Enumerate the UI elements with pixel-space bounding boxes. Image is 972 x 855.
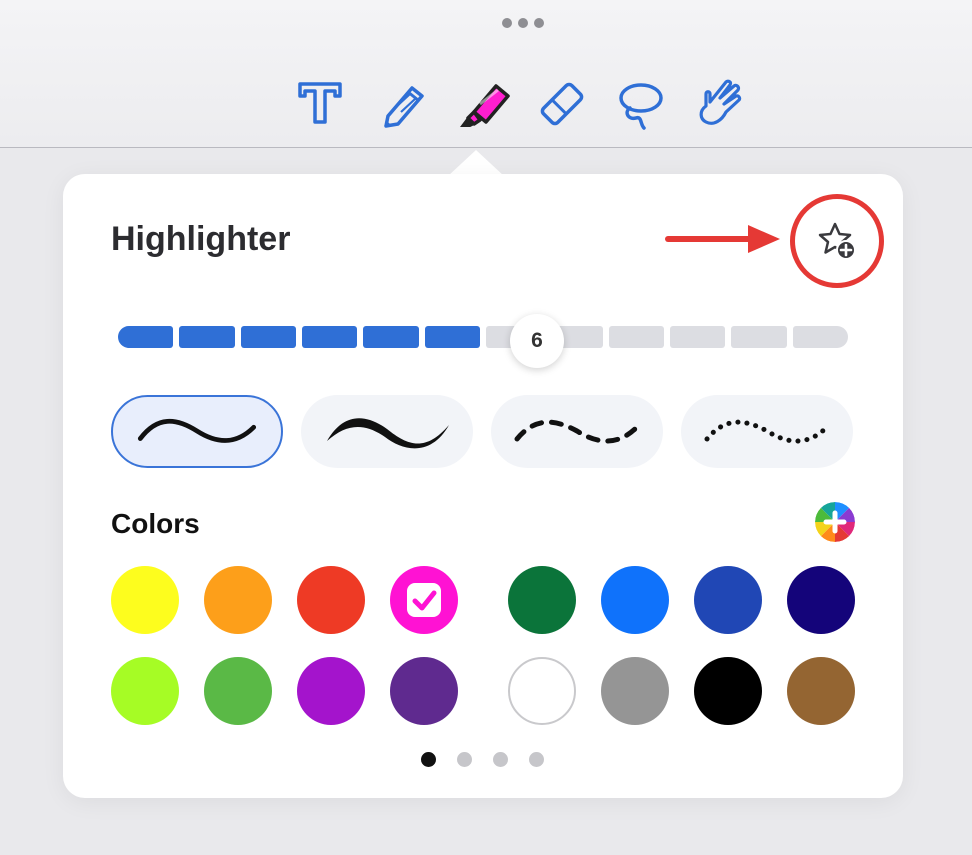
stroke-style-dotted[interactable] bbox=[681, 395, 853, 468]
color-swatch[interactable] bbox=[297, 566, 365, 634]
page-indicator bbox=[421, 752, 551, 768]
color-swatch[interactable] bbox=[787, 566, 855, 634]
slider-segment bbox=[670, 326, 726, 348]
pen-tool-button[interactable] bbox=[374, 74, 434, 134]
lasso-tool-button[interactable] bbox=[610, 74, 670, 134]
color-swatch[interactable] bbox=[508, 566, 576, 634]
highlighter-settings-panel: Highlighter 6 Colors bbox=[63, 174, 903, 798]
stroke-style-dashed[interactable] bbox=[491, 395, 663, 468]
more-options-grabber[interactable] bbox=[502, 18, 546, 28]
color-swatch[interactable] bbox=[694, 566, 762, 634]
highlighter-icon bbox=[460, 84, 510, 127]
slider-segment bbox=[240, 326, 296, 348]
add-custom-color-button[interactable] bbox=[815, 502, 855, 542]
dotted-stroke-icon bbox=[704, 419, 830, 444]
color-swatch[interactable] bbox=[694, 657, 762, 725]
eraser-tool-button[interactable] bbox=[532, 74, 592, 134]
dashed-stroke-icon bbox=[514, 419, 640, 444]
color-swatch[interactable] bbox=[297, 657, 365, 725]
stroke-style-calligraphy[interactable] bbox=[301, 395, 473, 468]
calligraphy-stroke-icon bbox=[327, 418, 449, 449]
thin-solid-stroke-icon bbox=[137, 418, 257, 443]
hand-icon bbox=[699, 79, 742, 125]
panel-title: Highlighter bbox=[111, 220, 291, 258]
star-plus-icon bbox=[818, 222, 856, 260]
text-icon bbox=[298, 82, 342, 124]
slider-segment bbox=[363, 326, 419, 348]
slider-segment bbox=[608, 326, 664, 348]
slider-segment bbox=[179, 326, 235, 348]
page-dot[interactable] bbox=[457, 752, 472, 767]
color-swatch[interactable] bbox=[787, 657, 855, 725]
color-wheel-plus-icon bbox=[815, 502, 855, 542]
slider-segment bbox=[792, 326, 848, 348]
hand-tool-button[interactable] bbox=[688, 74, 748, 134]
add-favorite-button[interactable] bbox=[815, 219, 859, 263]
tool-bar bbox=[0, 0, 972, 148]
color-swatch[interactable] bbox=[601, 566, 669, 634]
slider-segment bbox=[424, 326, 480, 348]
color-swatch[interactable] bbox=[111, 657, 179, 725]
slider-segment bbox=[302, 326, 358, 348]
stroke-size-slider[interactable]: 6 bbox=[118, 314, 848, 368]
color-swatch[interactable] bbox=[390, 566, 458, 634]
highlighter-tool-button[interactable] bbox=[454, 74, 514, 134]
slider-thumb[interactable]: 6 bbox=[510, 314, 564, 368]
lasso-icon bbox=[619, 83, 663, 130]
pen-icon bbox=[384, 86, 424, 128]
slider-segment bbox=[731, 326, 787, 348]
color-swatch[interactable] bbox=[204, 566, 272, 634]
stroke-style-thin-solid[interactable] bbox=[111, 395, 283, 468]
slider-segment bbox=[118, 326, 174, 348]
color-swatch[interactable] bbox=[390, 657, 458, 725]
color-swatch[interactable] bbox=[508, 657, 576, 725]
checkmark-icon bbox=[407, 583, 441, 617]
text-tool-button[interactable] bbox=[290, 74, 350, 134]
popover-arrow bbox=[448, 150, 504, 176]
color-swatch[interactable] bbox=[204, 657, 272, 725]
color-swatch[interactable] bbox=[111, 566, 179, 634]
page-dot[interactable] bbox=[421, 752, 436, 767]
colors-heading: Colors bbox=[111, 508, 200, 539]
color-swatch[interactable] bbox=[601, 657, 669, 725]
page-dot[interactable] bbox=[493, 752, 508, 767]
page-dot[interactable] bbox=[529, 752, 544, 767]
red-arrow-annotation bbox=[665, 225, 780, 253]
eraser-icon bbox=[540, 82, 584, 126]
